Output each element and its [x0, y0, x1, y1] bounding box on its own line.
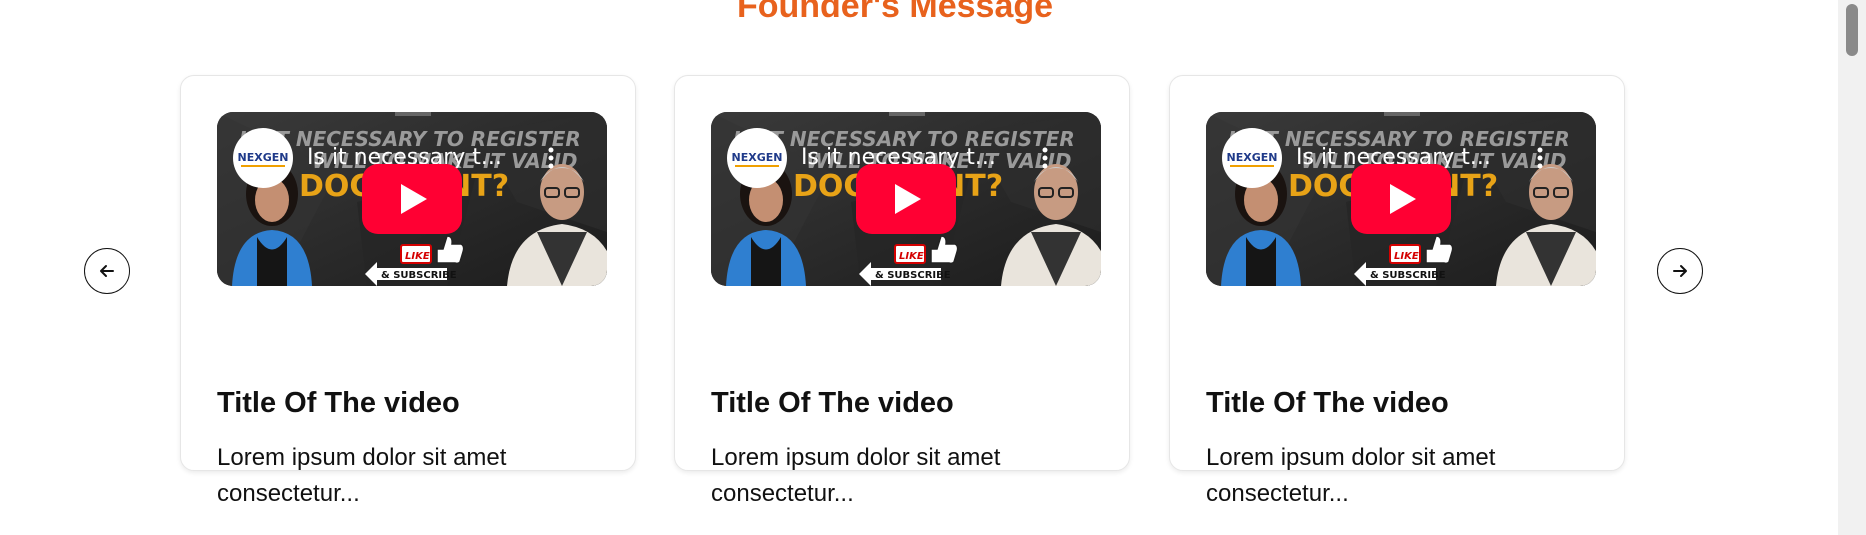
play-button-icon [1351, 164, 1451, 234]
like-label: LIKE [899, 251, 924, 262]
video-thumbnail[interactable]: IS IT NECESSARY TO REGISTER WILL TO MAKE… [1206, 112, 1596, 286]
like-label: LIKE [1394, 251, 1419, 262]
video-description: Lorem ipsum dolor sit amet consectetur..… [711, 444, 1001, 507]
channel-logo: NEXGEN [238, 151, 289, 164]
video-title: Title Of The video [711, 387, 954, 419]
channel-logo: NEXGEN [732, 151, 783, 164]
thumbnail-graphic: IS IT NECESSARY TO REGISTER WILL TO MAKE… [1206, 112, 1596, 286]
video-thumbnail[interactable]: IS IT NECESSARY TO REGISTER WILL TO MAKE… [217, 112, 607, 286]
video-title: Title Of The video [217, 387, 460, 419]
more-options-icon [1537, 147, 1543, 169]
carousel-next-button[interactable] [1657, 248, 1703, 294]
video-card[interactable]: IS IT NECESSARY TO REGISTER WILL TO MAKE… [674, 75, 1130, 507]
video-card[interactable]: IS IT NECESSARY TO REGISTER WILL TO MAKE… [1169, 75, 1625, 507]
video-description: Lorem ipsum dolor sit amet consectetur..… [217, 444, 507, 507]
channel-logo: NEXGEN [1227, 151, 1278, 164]
subscribe-label: & SUBSCRIBE [875, 270, 951, 281]
video-title: Title Of The video [1206, 387, 1449, 419]
subscribe-label: & SUBSCRIBE [381, 270, 457, 281]
arrow-left-icon [100, 265, 114, 277]
play-button-icon [362, 164, 462, 234]
subscribe-label: & SUBSCRIBE [1370, 270, 1446, 281]
section-title: Founder's Message [736, 0, 1054, 25]
carousel-prev-button[interactable] [84, 248, 130, 294]
video-description: Lorem ipsum dolor sit amet consectetur..… [1206, 444, 1496, 507]
thumbnail-graphic: IS IT NECESSARY TO REGISTER WILL TO MAKE… [711, 112, 1101, 286]
more-options-icon [548, 147, 554, 169]
more-options-icon [1042, 147, 1048, 169]
scrollbar-thumb[interactable] [1846, 4, 1858, 56]
arrow-right-icon [1673, 265, 1687, 277]
page-scrollbar[interactable] [1838, 0, 1866, 535]
thumbnail-graphic: IS IT NECESSARY TO REGISTER WILL TO MAKE… [217, 112, 607, 286]
play-button-icon [856, 164, 956, 234]
like-label: LIKE [405, 251, 430, 262]
video-card[interactable]: IS IT NECESSARY TO REGISTER WILL TO MAKE… [180, 75, 636, 507]
video-thumbnail[interactable]: IS IT NECESSARY TO REGISTER WILL TO MAKE… [711, 112, 1101, 286]
